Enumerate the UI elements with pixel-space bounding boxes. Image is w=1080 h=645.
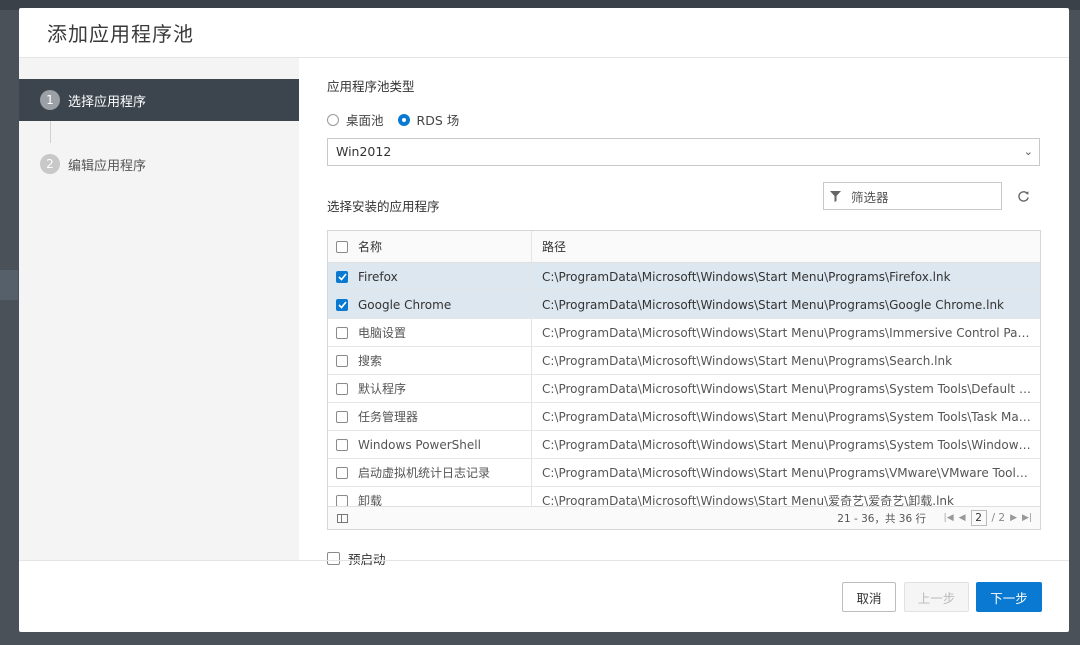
prelaunch-option[interactable]: 预启动: [327, 549, 386, 568]
table-row[interactable]: Google Chrome C:\ProgramData\Microsoft\Wi…: [328, 291, 1040, 319]
row-checkbox[interactable]: [336, 326, 348, 339]
row-name: 默认程序: [358, 382, 407, 396]
column-separator: [531, 347, 532, 374]
row-checkbox[interactable]: [336, 466, 348, 479]
next-step-button[interactable]: 下一步: [976, 582, 1042, 612]
grid-footer: 21 - 36，共 36 行 |◀ ◀ 2 / 2 ▶ ▶|: [328, 506, 1040, 529]
column-separator: [531, 459, 532, 486]
table-row[interactable]: 任务管理器 C:\ProgramData\Microsoft\Windows\St…: [328, 403, 1040, 431]
prelaunch-checkbox[interactable]: [327, 552, 340, 565]
filter-input[interactable]: 筛选器: [823, 182, 1002, 210]
prev-step-button[interactable]: 上一步: [904, 582, 969, 612]
background-strip: [0, 270, 18, 300]
column-separator: [531, 403, 532, 430]
column-separator: [531, 231, 532, 262]
column-header-name[interactable]: 名称: [356, 238, 534, 255]
column-separator: [531, 319, 532, 346]
filter-icon: [830, 190, 846, 202]
row-path: C:\ProgramData\Microsoft\Windows\Start M…: [542, 353, 953, 368]
apps-grid: 名称 路径 Firefox C:\ProgramData\Microsoft\Wi…: [327, 230, 1041, 530]
row-path: C:\ProgramData\Microsoft\Windows\Start M…: [542, 437, 1040, 452]
row-path: C:\ProgramData\Microsoft\Windows\Start M…: [542, 325, 1040, 340]
footer-divider: [19, 560, 1069, 561]
radio-desktop-pool[interactable]: [327, 113, 339, 126]
column-separator: [531, 291, 532, 318]
row-checkbox[interactable]: [336, 438, 348, 451]
row-name: Google Chrome: [358, 297, 452, 312]
column-separator: [531, 431, 532, 458]
row-path: C:\ProgramData\Microsoft\Windows\Start M…: [542, 297, 1004, 312]
row-name: Windows PowerShell: [358, 437, 481, 452]
refresh-icon[interactable]: [1015, 188, 1031, 204]
prelaunch-label: 预启动: [348, 552, 386, 567]
dialog-title: 添加应用程序池: [47, 22, 194, 46]
grid-header: 名称 路径: [328, 231, 1040, 263]
row-checkbox[interactable]: [336, 298, 348, 311]
table-row[interactable]: Windows PowerShell C:\ProgramData\Microso…: [328, 431, 1040, 459]
row-path: C:\ProgramData\Microsoft\Windows\Start M…: [542, 269, 951, 284]
row-checkbox[interactable]: [336, 354, 348, 367]
row-name: 电脑设置: [358, 326, 407, 340]
grid-rows: Firefox C:\ProgramData\Microsoft\Windows\…: [328, 263, 1040, 515]
next-page-icon[interactable]: ▶: [1010, 513, 1017, 523]
column-header-path[interactable]: 路径: [534, 238, 1040, 255]
wizard-step-edit-apps[interactable]: 2 编辑应用程序: [19, 143, 299, 185]
row-name: 任务管理器: [358, 410, 419, 424]
row-checkbox[interactable]: [336, 270, 348, 283]
pager-range: 21 - 36，共 36 行: [837, 512, 926, 525]
wizard-step-select-apps[interactable]: 1 选择应用程序: [19, 79, 299, 121]
row-name: 启动虚拟机统计日志记录: [358, 466, 491, 480]
column-separator: [531, 375, 532, 402]
filter-placeholder: 筛选器: [851, 189, 889, 205]
wizard-nav: 1 选择应用程序 2 编辑应用程序: [19, 58, 299, 560]
pool-type-radios: 桌面池 RDS 场: [327, 110, 473, 129]
first-page-icon[interactable]: |◀: [944, 513, 954, 523]
prev-page-icon[interactable]: ◀: [959, 513, 966, 523]
select-all-checkbox[interactable]: [336, 240, 348, 253]
pager: |◀ ◀ 2 / 2 ▶ ▶|: [944, 510, 1032, 526]
page-number-input[interactable]: 2: [970, 510, 987, 526]
row-checkbox[interactable]: [336, 382, 348, 395]
row-name: 搜索: [358, 354, 383, 368]
row-checkbox[interactable]: [336, 410, 348, 423]
pool-type-label: 应用程序池类型: [327, 79, 415, 94]
row-name: Firefox: [358, 269, 398, 284]
step-number: 2: [40, 154, 60, 174]
row-checkbox[interactable]: [336, 494, 348, 507]
table-row[interactable]: 搜索 C:\ProgramData\Microsoft\Windows\Start…: [328, 347, 1040, 375]
row-path: C:\ProgramData\Microsoft\Windows\Start M…: [542, 466, 1040, 480]
table-row[interactable]: Firefox C:\ProgramData\Microsoft\Windows\…: [328, 263, 1040, 291]
row-path: C:\ProgramData\Microsoft\Windows\Start M…: [542, 409, 1040, 424]
apps-section-label: 选择安装的应用程序: [327, 199, 440, 214]
step-number: 1: [40, 90, 60, 110]
column-separator: [531, 263, 532, 290]
table-row[interactable]: 电脑设置 C:\ProgramData\Microsoft\Windows\Sta…: [328, 319, 1040, 347]
step-label: 编辑应用程序: [68, 158, 147, 174]
wizard-content: 应用程序池类型 桌面池 RDS 场 Win2012 ⌄ 选择安装的应用程序 筛选…: [327, 76, 1042, 567]
farm-select-value: Win2012: [336, 144, 392, 159]
radio-rds-farm-label[interactable]: RDS 场: [417, 110, 460, 129]
step-connector: [50, 121, 51, 143]
chevron-down-icon: ⌄: [1023, 145, 1033, 158]
farm-select[interactable]: Win2012 ⌄: [327, 138, 1040, 166]
table-row[interactable]: 默认程序 C:\ProgramData\Microsoft\Windows\Sta…: [328, 375, 1040, 403]
add-app-pool-dialog: 添加应用程序池 1 选择应用程序 2 编辑应用程序 应用程序池类型 桌面池 RD…: [19, 8, 1069, 632]
row-path: C:\ProgramData\Microsoft\Windows\Start M…: [542, 381, 1040, 396]
radio-rds-farm[interactable]: [397, 113, 410, 126]
page-total: / 2: [991, 512, 1006, 524]
cancel-button[interactable]: 取消: [842, 582, 896, 612]
last-page-icon[interactable]: ▶|: [1022, 513, 1032, 523]
radio-desktop-pool-label[interactable]: 桌面池: [346, 110, 384, 129]
step-label: 选择应用程序: [68, 94, 147, 110]
column-toggle-icon[interactable]: [337, 513, 348, 523]
table-row[interactable]: 启动虚拟机统计日志记录 C:\ProgramData\Microsoft\Wind…: [328, 459, 1040, 487]
